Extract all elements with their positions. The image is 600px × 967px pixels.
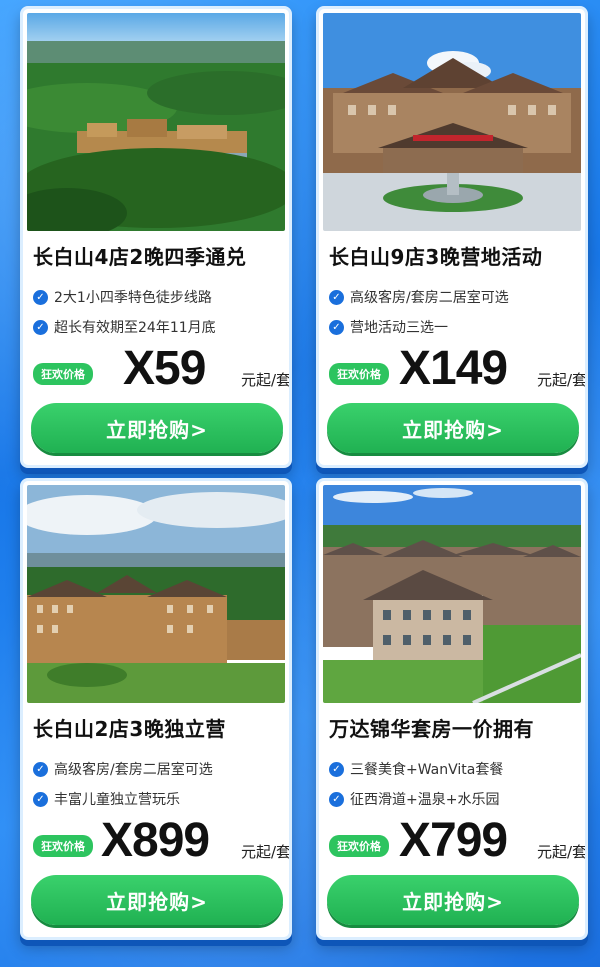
- feature-text: 高级客房/套房二居室可选: [350, 290, 509, 306]
- product-card-3[interactable]: 长白山2店3晚独立营 ✓ 高级客房/套房二居室可选 ✓ 丰富儿童独立营玩乐 狂欢…: [20, 478, 292, 940]
- check-circle-icon: ✓: [33, 319, 48, 335]
- feature-text: 丰富儿童独立营玩乐: [54, 792, 180, 808]
- price-unit: 元起/套: [240, 843, 291, 861]
- check-circle-icon: ✓: [329, 791, 344, 807]
- buy-now-button[interactable]: 立即抢购>: [31, 403, 283, 453]
- product-grid: 长白山4店2晚四季通兑 ✓ 2大1小四季特色徒步线路 ✓ 超长有效期至24年11…: [0, 0, 600, 967]
- check-circle-icon: ✓: [329, 319, 344, 335]
- feature-text: 超长有效期至24年11月底: [54, 320, 216, 336]
- feature-item: ✓ 丰富儿童独立营玩乐: [33, 789, 287, 809]
- price-unit: 元起/套: [536, 843, 587, 861]
- buy-now-button[interactable]: 立即抢购>: [31, 875, 283, 925]
- price-unit: 元起/套: [240, 371, 291, 389]
- feature-item: ✓ 高级客房/套房二居室可选: [33, 759, 287, 779]
- buy-now-button[interactable]: 立即抢购>: [327, 403, 579, 453]
- price-value: X899: [101, 814, 210, 867]
- feature-text: 2大1小四季特色徒步线路: [54, 290, 212, 306]
- price-row: 狂欢价格 X899 元起/套: [33, 813, 291, 869]
- check-circle-icon: ✓: [33, 289, 48, 305]
- feature-item: ✓ 超长有效期至24年11月底: [33, 317, 287, 337]
- card-title: 长白山9店3晚营地活动: [329, 245, 543, 269]
- feature-text: 高级客房/套房二居室可选: [54, 762, 213, 778]
- card-title: 长白山4店2晚四季通兑: [33, 245, 247, 269]
- hotel-photo-mountain-lodge[interactable]: [27, 485, 285, 703]
- feature-text: 营地活动三选一: [350, 320, 448, 336]
- card-title: 长白山2店3晚独立营: [33, 717, 226, 741]
- check-circle-icon: ✓: [33, 761, 48, 777]
- price-row: 狂欢价格 X59 元起/套: [33, 341, 291, 397]
- product-card-2[interactable]: 长白山9店3晚营地活动 ✓ 高级客房/套房二居室可选 ✓ 营地活动三选一 狂欢价…: [316, 6, 588, 468]
- product-card-4[interactable]: 万达锦华套房一价拥有 ✓ 三餐美食+WanVita套餐 ✓ 征西滑道+温泉+水乐…: [316, 478, 588, 940]
- sale-badge: 狂欢价格: [33, 835, 93, 857]
- hotel-photo-forest-resort[interactable]: [27, 13, 285, 231]
- price-row: 狂欢价格 X149 元起/套: [329, 341, 587, 397]
- sale-badge: 狂欢价格: [329, 835, 389, 857]
- hotel-photo-village-resort[interactable]: [323, 485, 581, 703]
- price-value: X59: [123, 342, 206, 395]
- sale-badge: 狂欢价格: [33, 363, 93, 385]
- feature-text: 三餐美食+WanVita套餐: [350, 762, 504, 778]
- feature-item: ✓ 2大1小四季特色徒步线路: [33, 287, 287, 307]
- feature-item: ✓ 营地活动三选一: [329, 317, 583, 337]
- hotel-photo-lodge-fountain[interactable]: [323, 13, 581, 231]
- price-value: X149: [399, 342, 508, 395]
- price-row: 狂欢价格 X799 元起/套: [329, 813, 587, 869]
- feature-item: ✓ 高级客房/套房二居室可选: [329, 287, 583, 307]
- buy-now-button[interactable]: 立即抢购>: [327, 875, 579, 925]
- feature-text: 征西滑道+温泉+水乐园: [350, 792, 500, 808]
- product-card-1[interactable]: 长白山4店2晚四季通兑 ✓ 2大1小四季特色徒步线路 ✓ 超长有效期至24年11…: [20, 6, 292, 468]
- feature-item: ✓ 征西滑道+温泉+水乐园: [329, 789, 583, 809]
- price-value: X799: [399, 814, 508, 867]
- check-circle-icon: ✓: [329, 289, 344, 305]
- feature-item: ✓ 三餐美食+WanVita套餐: [329, 759, 583, 779]
- check-circle-icon: ✓: [329, 761, 344, 777]
- price-unit: 元起/套: [536, 371, 587, 389]
- card-title: 万达锦华套房一价拥有: [329, 717, 534, 741]
- sale-badge: 狂欢价格: [329, 363, 389, 385]
- check-circle-icon: ✓: [33, 791, 48, 807]
